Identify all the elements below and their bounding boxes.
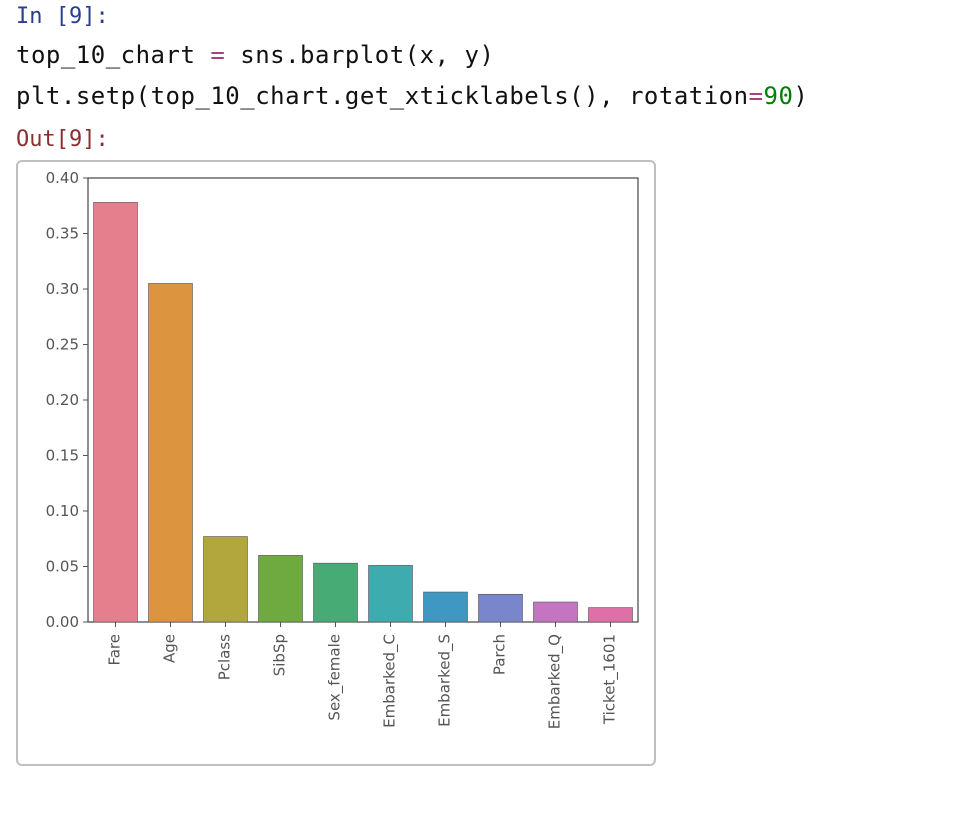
bar [369,565,413,622]
xtick-label: Ticket_1601 [601,634,620,725]
code-cell[interactable]: top_10_chart = sns.barplot(x, y) plt.set… [10,31,966,119]
bar [94,202,138,622]
ytick-label: 0.30 [46,280,79,298]
bar [149,283,193,622]
ytick-label: 0.25 [46,335,79,353]
xtick-label: Embarked_Q [546,634,565,729]
ytick-label: 0.15 [46,446,79,464]
ytick-label: 0.35 [46,224,79,242]
xtick-label: Embarked_S [436,634,455,727]
notebook-page: In [9]: top_10_chart = sns.barplot(x, y)… [0,0,976,786]
ytick-label: 0.05 [46,557,79,575]
bar [589,607,633,621]
bar [479,594,523,622]
xtick-label: Pclass [216,633,234,679]
input-prompt: In [9]: [10,4,966,31]
code-line-1: top_10_chart = sns.barplot(x, y) [16,41,494,69]
code-line-2: plt.setp(top_10_chart.get_xticklabels(),… [16,82,808,110]
bar [314,563,358,622]
xtick-label: Embarked_C [381,634,400,728]
xtick-label: SibSp [271,634,289,676]
xtick-label: Fare [106,634,124,666]
bar-chart: 0.00 0.05 0.10 0.15 0.20 0.25 0.30 0.35 0.40 Fare… [24,168,648,758]
ytick-label: 0.20 [46,391,79,409]
xtick-label: Age [161,634,179,663]
ytick-label: 0.40 [46,169,79,187]
bar [259,555,303,622]
bar [534,602,578,622]
bar [424,592,468,622]
xtick-label: Sex_female [326,634,345,721]
ytick-label: 0.00 [46,613,79,631]
bar [204,536,248,621]
output-prompt: Out[9]: [10,119,966,152]
ytick-label: 0.10 [46,502,79,520]
chart-output: 0.00 0.05 0.10 0.15 0.20 0.25 0.30 0.35 0.40 Fare… [16,160,656,766]
xtick-label: Parch [491,634,509,675]
